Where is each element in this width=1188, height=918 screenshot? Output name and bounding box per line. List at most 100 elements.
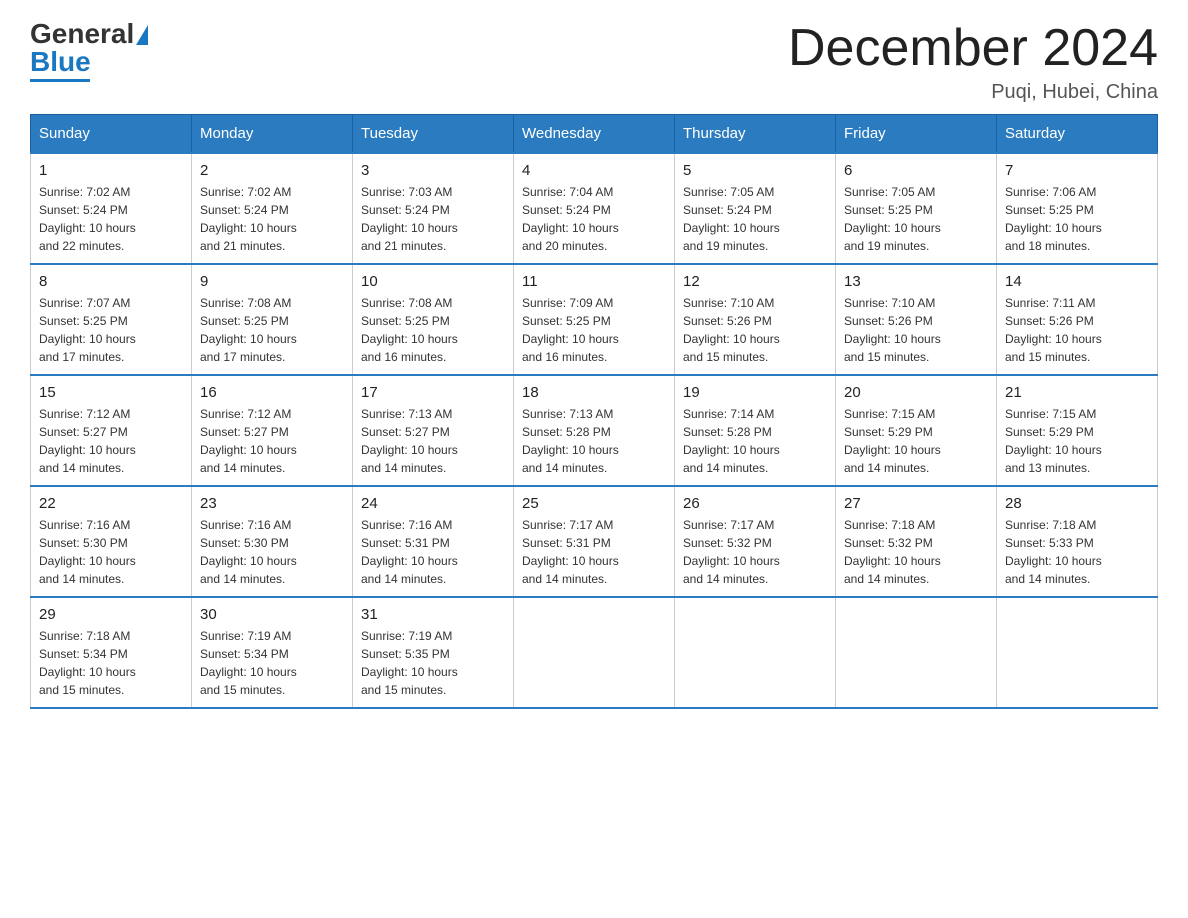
day-header-friday: Friday (836, 115, 997, 154)
calendar-day: 17Sunrise: 7:13 AMSunset: 5:27 PMDayligh… (353, 375, 514, 486)
day-number: 12 (683, 273, 827, 290)
day-info: Sunrise: 7:10 AMSunset: 5:26 PMDaylight:… (683, 294, 827, 366)
calendar-day: 28 Sunrise: 7:18 AMSunset: 5:33 PMDayligh… (997, 486, 1158, 597)
day-number: 10 (361, 273, 505, 290)
calendar-day: 7 Sunrise: 7:06 AMSunset: 5:25 PMDaylight… (997, 153, 1158, 264)
day-number: 27 (844, 495, 988, 512)
day-number: 20 (844, 384, 988, 401)
page-header: General Blue December 2024 Puqi, Hubei, … (30, 20, 1158, 104)
calendar-day: 5 Sunrise: 7:05 AMSunset: 5:24 PMDaylight… (675, 153, 836, 264)
day-number: 11 (522, 273, 666, 290)
calendar-week-5: 29 Sunrise: 7:18 AMSunset: 5:34 PMDayligh… (31, 597, 1158, 708)
calendar-day: 11 Sunrise: 7:09 AMSunset: 5:25 PMDayligh… (514, 264, 675, 375)
calendar-day: 31 Sunrise: 7:19 AMSunset: 5:35 PMDayligh… (353, 597, 514, 708)
day-number: 21 (1005, 384, 1149, 401)
calendar-day: 21 Sunrise: 7:15 AMSunset: 5:29 PMDayligh… (997, 375, 1158, 486)
day-info: Sunrise: 7:18 AMSunset: 5:32 PMDaylight:… (844, 516, 988, 588)
day-number: 29 (39, 606, 183, 623)
day-info: Sunrise: 7:05 AMSunset: 5:24 PMDaylight:… (683, 183, 827, 255)
logo: General Blue (30, 20, 148, 82)
day-info: Sunrise: 7:17 AMSunset: 5:32 PMDaylight:… (683, 516, 827, 588)
calendar-day: 1 Sunrise: 7:02 AMSunset: 5:24 PMDaylight… (31, 153, 192, 264)
day-number: 14 (1005, 273, 1149, 290)
day-info: Sunrise: 7:06 AMSunset: 5:25 PMDaylight:… (1005, 183, 1149, 255)
day-info: Sunrise: 7:17 AMSunset: 5:31 PMDaylight:… (522, 516, 666, 588)
day-number: 31 (361, 606, 505, 623)
day-info: Sunrise: 7:09 AMSunset: 5:25 PMDaylight:… (522, 294, 666, 366)
day-header-wednesday: Wednesday (514, 115, 675, 154)
day-number: 7 (1005, 162, 1149, 179)
calendar-day: 22Sunrise: 7:16 AMSunset: 5:30 PMDayligh… (31, 486, 192, 597)
calendar-day: 26Sunrise: 7:17 AMSunset: 5:32 PMDayligh… (675, 486, 836, 597)
day-number: 13 (844, 273, 988, 290)
day-number: 28 (1005, 495, 1149, 512)
day-info: Sunrise: 7:12 AMSunset: 5:27 PMDaylight:… (200, 405, 344, 477)
calendar-table: SundayMondayTuesdayWednesdayThursdayFrid… (30, 114, 1158, 709)
day-number: 1 (39, 162, 183, 179)
day-info: Sunrise: 7:19 AMSunset: 5:35 PMDaylight:… (361, 627, 505, 699)
day-header-tuesday: Tuesday (353, 115, 514, 154)
day-header-thursday: Thursday (675, 115, 836, 154)
logo-general: General (30, 20, 134, 48)
calendar-day: 23 Sunrise: 7:16 AMSunset: 5:30 PMDayligh… (192, 486, 353, 597)
calendar-day (514, 597, 675, 708)
day-number: 22 (39, 495, 183, 512)
day-number: 25 (522, 495, 666, 512)
day-header-monday: Monday (192, 115, 353, 154)
day-info: Sunrise: 7:12 AMSunset: 5:27 PMDaylight:… (39, 405, 183, 477)
calendar-week-1: 1 Sunrise: 7:02 AMSunset: 5:24 PMDaylight… (31, 153, 1158, 264)
day-info: Sunrise: 7:02 AMSunset: 5:24 PMDaylight:… (39, 183, 183, 255)
day-number: 23 (200, 495, 344, 512)
day-number: 17 (361, 384, 505, 401)
day-number: 16 (200, 384, 344, 401)
calendar-day: 30Sunrise: 7:19 AMSunset: 5:34 PMDayligh… (192, 597, 353, 708)
logo-blue: Blue (30, 48, 91, 76)
calendar-day: 15Sunrise: 7:12 AMSunset: 5:27 PMDayligh… (31, 375, 192, 486)
calendar-day: 24 Sunrise: 7:16 AMSunset: 5:31 PMDayligh… (353, 486, 514, 597)
day-number: 30 (200, 606, 344, 623)
day-info: Sunrise: 7:16 AMSunset: 5:31 PMDaylight:… (361, 516, 505, 588)
calendar-day: 13 Sunrise: 7:10 AMSunset: 5:26 PMDayligh… (836, 264, 997, 375)
day-info: Sunrise: 7:08 AMSunset: 5:25 PMDaylight:… (361, 294, 505, 366)
day-number: 18 (522, 384, 666, 401)
calendar-day: 18 Sunrise: 7:13 AMSunset: 5:28 PMDayligh… (514, 375, 675, 486)
day-info: Sunrise: 7:13 AMSunset: 5:28 PMDaylight:… (522, 405, 666, 477)
calendar-day: 10 Sunrise: 7:08 AMSunset: 5:25 PMDayligh… (353, 264, 514, 375)
calendar-day: 14 Sunrise: 7:11 AMSunset: 5:26 PMDayligh… (997, 264, 1158, 375)
day-info: Sunrise: 7:10 AMSunset: 5:26 PMDaylight:… (844, 294, 988, 366)
calendar-day: 27 Sunrise: 7:18 AMSunset: 5:32 PMDayligh… (836, 486, 997, 597)
day-number: 2 (200, 162, 344, 179)
day-number: 5 (683, 162, 827, 179)
calendar-day: 6Sunrise: 7:05 AMSunset: 5:25 PMDaylight… (836, 153, 997, 264)
location: Puqi, Hubei, China (788, 81, 1158, 104)
day-info: Sunrise: 7:11 AMSunset: 5:26 PMDaylight:… (1005, 294, 1149, 366)
day-info: Sunrise: 7:16 AMSunset: 5:30 PMDaylight:… (200, 516, 344, 588)
day-header-saturday: Saturday (997, 115, 1158, 154)
day-number: 9 (200, 273, 344, 290)
day-info: Sunrise: 7:15 AMSunset: 5:29 PMDaylight:… (1005, 405, 1149, 477)
day-info: Sunrise: 7:04 AMSunset: 5:24 PMDaylight:… (522, 183, 666, 255)
day-info: Sunrise: 7:02 AMSunset: 5:24 PMDaylight:… (200, 183, 344, 255)
day-header-sunday: Sunday (31, 115, 192, 154)
calendar-day: 12 Sunrise: 7:10 AMSunset: 5:26 PMDayligh… (675, 264, 836, 375)
title-block: December 2024 Puqi, Hubei, China (788, 20, 1158, 104)
day-number: 4 (522, 162, 666, 179)
calendar-header-row: SundayMondayTuesdayWednesdayThursdayFrid… (31, 115, 1158, 154)
calendar-day: 16 Sunrise: 7:12 AMSunset: 5:27 PMDayligh… (192, 375, 353, 486)
day-number: 24 (361, 495, 505, 512)
calendar-day: 9 Sunrise: 7:08 AMSunset: 5:25 PMDaylight… (192, 264, 353, 375)
day-info: Sunrise: 7:14 AMSunset: 5:28 PMDaylight:… (683, 405, 827, 477)
logo-underline (30, 79, 90, 82)
day-info: Sunrise: 7:15 AMSunset: 5:29 PMDaylight:… (844, 405, 988, 477)
day-info: Sunrise: 7:03 AMSunset: 5:24 PMDaylight:… (361, 183, 505, 255)
day-number: 8 (39, 273, 183, 290)
day-info: Sunrise: 7:18 AMSunset: 5:34 PMDaylight:… (39, 627, 183, 699)
day-info: Sunrise: 7:18 AMSunset: 5:33 PMDaylight:… (1005, 516, 1149, 588)
day-info: Sunrise: 7:05 AMSunset: 5:25 PMDaylight:… (844, 183, 988, 255)
calendar-day: 2 Sunrise: 7:02 AMSunset: 5:24 PMDaylight… (192, 153, 353, 264)
calendar-week-2: 8Sunrise: 7:07 AMSunset: 5:25 PMDaylight… (31, 264, 1158, 375)
day-info: Sunrise: 7:08 AMSunset: 5:25 PMDaylight:… (200, 294, 344, 366)
calendar-day: 4 Sunrise: 7:04 AMSunset: 5:24 PMDaylight… (514, 153, 675, 264)
calendar-day: 29 Sunrise: 7:18 AMSunset: 5:34 PMDayligh… (31, 597, 192, 708)
calendar-day: 19Sunrise: 7:14 AMSunset: 5:28 PMDayligh… (675, 375, 836, 486)
